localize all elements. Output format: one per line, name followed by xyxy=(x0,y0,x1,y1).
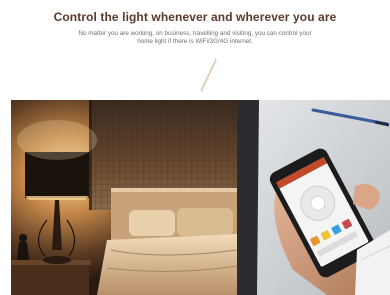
section-headline: Control the light whenever and wherever … xyxy=(53,10,337,24)
smartphone-app-photo xyxy=(237,100,390,295)
divider-line xyxy=(200,58,218,93)
photo-banner xyxy=(11,100,390,295)
section-subtext: No matter you are working, on business, … xyxy=(78,30,312,45)
bedroom-lamp-photo xyxy=(11,100,237,295)
